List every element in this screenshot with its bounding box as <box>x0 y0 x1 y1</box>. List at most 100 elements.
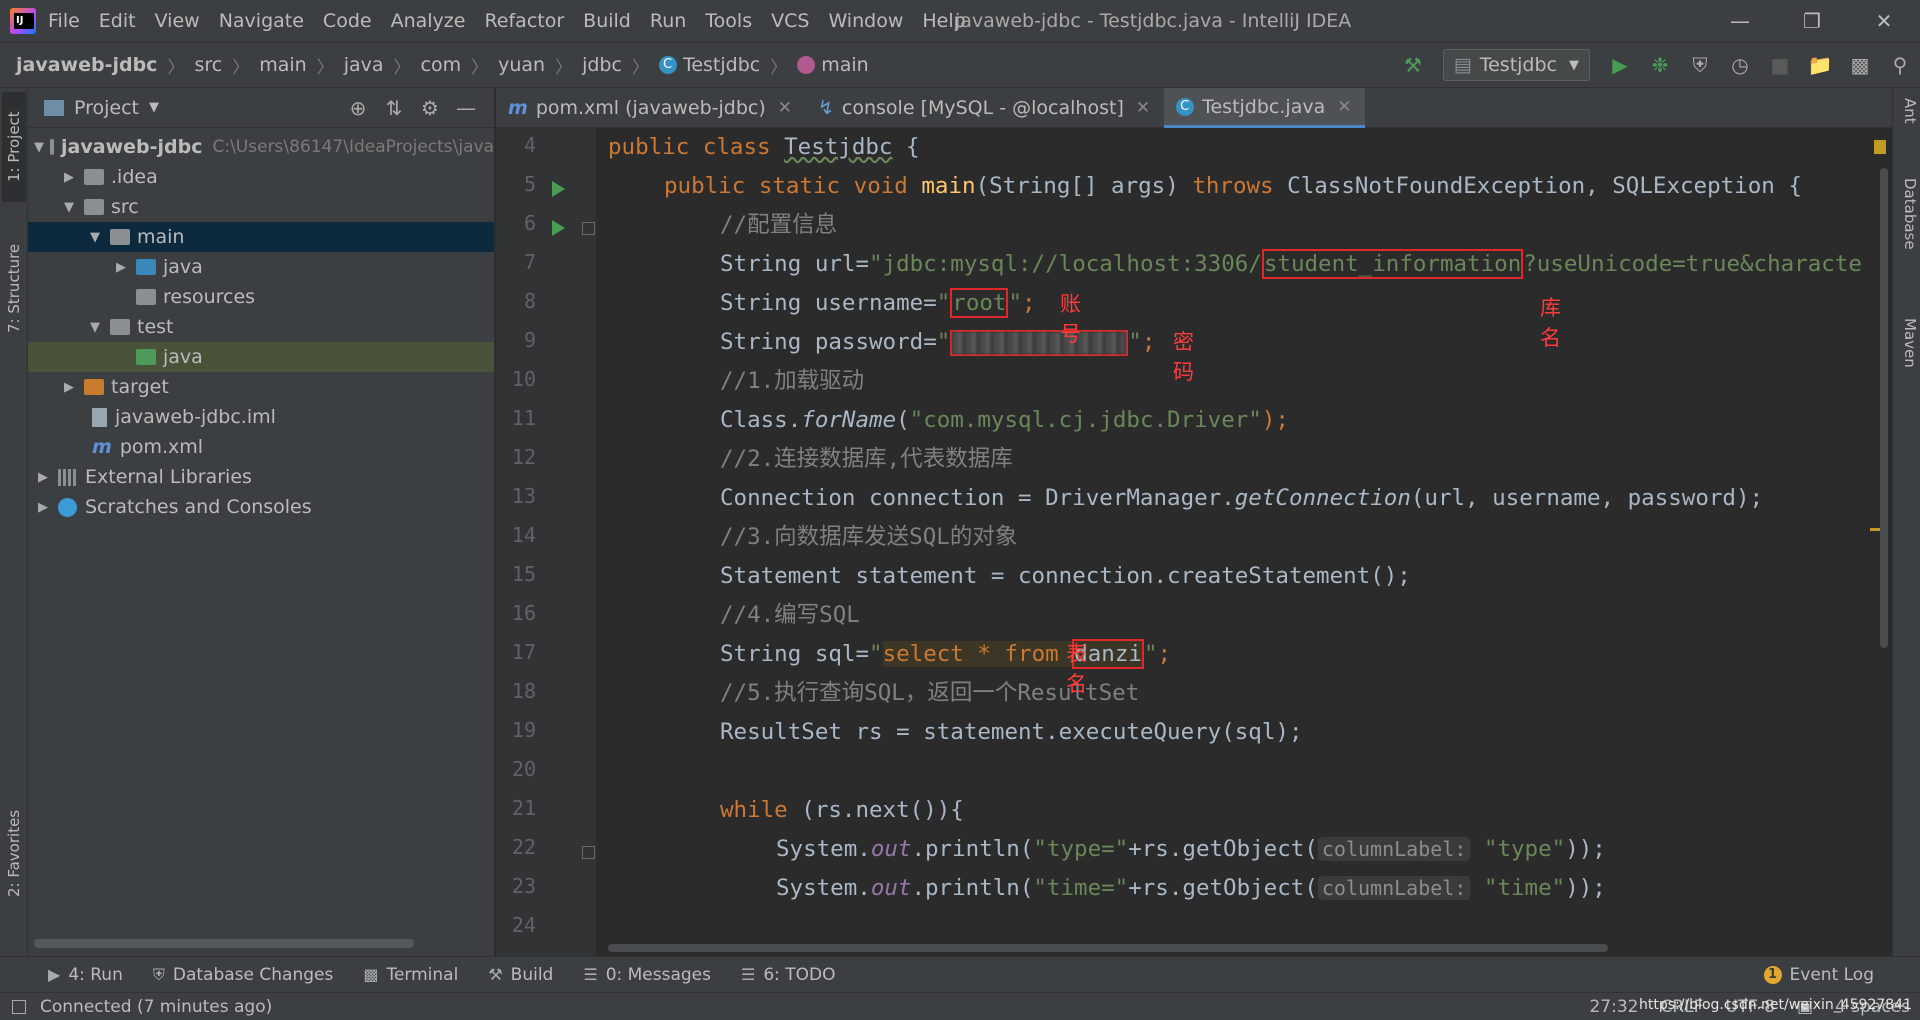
editor-vertical-scrollbar[interactable] <box>1880 168 1888 648</box>
close-icon[interactable]: ✕ <box>778 98 792 118</box>
chevron-right-icon: 〉 <box>167 57 185 78</box>
tab-favorites-toolwindow[interactable]: 2: Favorites <box>2 788 26 918</box>
menu-tools[interactable]: Tools <box>705 10 752 32</box>
tree-item-project-root[interactable]: ▼ javaweb-jdbc C:\Users\86147\IdeaProjec… <box>28 132 494 162</box>
tab-structure-toolwindow[interactable]: 7: Structure <box>2 228 26 348</box>
menu-edit[interactable]: Edit <box>99 10 136 32</box>
restore-icon[interactable]: ❐ <box>1776 0 1848 42</box>
stop-icon[interactable]: ■ <box>1763 48 1797 82</box>
iml-file-icon <box>92 407 107 427</box>
menu-navigate[interactable]: Navigate <box>219 10 304 32</box>
fold-icon[interactable] <box>582 846 595 859</box>
collapsed-arrow-icon[interactable]: ▶ <box>34 500 52 515</box>
chevron-down-icon[interactable]: ▼ <box>149 100 159 115</box>
source-folder-icon <box>136 259 156 275</box>
tree-item-resources[interactable]: resources <box>28 282 494 312</box>
breadcrumb-main[interactable]: main <box>259 54 306 76</box>
event-log-button[interactable]: 1 Event Log <box>1763 957 1874 993</box>
breadcrumb-yuan[interactable]: yuan <box>498 54 545 76</box>
tree-item-iml[interactable]: javaweb-jdbc.iml <box>28 402 494 432</box>
project-horizontal-scrollbar[interactable] <box>34 939 414 948</box>
project-view-select[interactable]: Project <box>74 97 139 119</box>
run-class-icon[interactable] <box>552 181 565 197</box>
close-icon[interactable]: ✕ <box>1848 0 1920 42</box>
tab-database[interactable]: Database <box>1895 178 1919 250</box>
hide-icon[interactable]: — <box>448 96 484 120</box>
breadcrumb-src[interactable]: src <box>194 54 222 76</box>
editor-horizontal-scrollbar[interactable] <box>608 944 1608 952</box>
tool-terminal[interactable]: ▩ Terminal <box>363 965 458 985</box>
breadcrumb-class[interactable]: Testjdbc <box>658 54 760 76</box>
tab-project-toolwindow[interactable]: 1: Project <box>2 92 26 202</box>
debug-icon[interactable]: ❉ <box>1643 48 1677 82</box>
menu-run[interactable]: Run <box>650 10 686 32</box>
run-icon[interactable]: ▶ <box>1603 48 1637 82</box>
build-hammer-icon[interactable]: ⚒ <box>1396 48 1430 82</box>
tree-item-src[interactable]: ▼ src <box>28 192 494 222</box>
collapsed-arrow-icon[interactable]: ▶ <box>60 380 78 395</box>
tree-item-idea[interactable]: ▶ .idea <box>28 162 494 192</box>
tree-item-label: src <box>111 196 139 218</box>
expanded-arrow-icon[interactable]: ▼ <box>60 200 78 215</box>
tool-run[interactable]: ▶ 4: Run <box>48 965 123 985</box>
tool-todo[interactable]: ☰ 6: TODO <box>741 965 836 985</box>
tab-console[interactable]: ↯ console [MySQL - @localhost] ✕ <box>806 88 1164 128</box>
tool-build[interactable]: ⚒ Build <box>488 965 553 985</box>
minimize-icon[interactable]: — <box>1704 0 1776 42</box>
expanded-arrow-icon[interactable]: ▼ <box>34 140 44 155</box>
menu-window[interactable]: Window <box>828 10 903 32</box>
menu-build[interactable]: Build <box>583 10 631 32</box>
tab-ant[interactable]: Ant <box>1895 98 1919 124</box>
warning-marker-icon[interactable] <box>1874 140 1886 154</box>
expanded-arrow-icon[interactable]: ▼ <box>86 320 104 335</box>
close-icon[interactable]: ✕ <box>1136 98 1150 118</box>
locate-icon[interactable]: ⊕ <box>340 96 376 120</box>
collapsed-arrow-icon[interactable]: ▶ <box>34 470 52 485</box>
run-main-icon[interactable] <box>552 220 565 236</box>
tree-item-pom[interactable]: m pom.xml <box>28 432 494 462</box>
fold-icon[interactable] <box>582 222 595 235</box>
collapse-all-icon[interactable]: ⇅ <box>376 96 412 120</box>
tree-item-test-java[interactable]: java <box>28 342 494 372</box>
menu-code[interactable]: Code <box>323 10 372 32</box>
menu-vcs[interactable]: VCS <box>771 10 809 32</box>
close-icon[interactable]: ✕ <box>1337 97 1351 117</box>
profile-icon[interactable]: ◷ <box>1723 48 1757 82</box>
tab-maven[interactable]: Maven <box>1895 318 1919 368</box>
menu-analyze[interactable]: Analyze <box>391 10 466 32</box>
menu-view[interactable]: View <box>155 10 200 32</box>
tool-messages[interactable]: ☰ 0: Messages <box>583 965 711 985</box>
menu-refactor[interactable]: Refactor <box>484 10 564 32</box>
breadcrumb-method[interactable]: main <box>797 54 869 76</box>
caret-position[interactable]: 27:32 <box>1589 997 1638 1017</box>
code-token: ( <box>896 407 910 433</box>
tree-item-external-libraries[interactable]: ▶ External Libraries <box>28 462 494 492</box>
tree-item-scratches[interactable]: ▶ Scratches and Consoles <box>28 492 494 522</box>
terminal-icon[interactable]: ▩ <box>1843 48 1877 82</box>
collapsed-arrow-icon[interactable]: ▶ <box>112 260 130 275</box>
editor: m pom.xml (javaweb-jdbc) ✕ ↯ console [My… <box>496 88 1892 956</box>
tool-database-changes[interactable]: ⛨ Database Changes <box>153 965 333 985</box>
tree-item-main[interactable]: ▼ main <box>28 222 494 252</box>
tree-item-test[interactable]: ▼ test <box>28 312 494 342</box>
coverage-icon[interactable]: ⛨ <box>1683 48 1717 82</box>
code-token: ; <box>1141 329 1156 355</box>
menu-file[interactable]: File <box>48 10 80 32</box>
status-toggle-icon[interactable] <box>12 999 26 1014</box>
search-icon[interactable]: ⚲ <box>1883 48 1917 82</box>
run-configuration-select[interactable]: ▤ Testjdbc ▼ <box>1442 49 1590 81</box>
project-structure-icon[interactable]: 📁 <box>1803 48 1837 82</box>
breadcrumb-project[interactable]: javaweb-jdbc <box>16 54 157 76</box>
tab-pom-xml[interactable]: m pom.xml (javaweb-jdbc) ✕ <box>496 88 806 128</box>
breadcrumb-jdbc[interactable]: jdbc <box>582 54 622 76</box>
collapsed-arrow-icon[interactable]: ▶ <box>60 170 78 185</box>
tab-testjdbc-java[interactable]: Testjdbc.java ✕ <box>1164 88 1366 128</box>
code-area[interactable]: 4 5 6 7 8 9 10 11 12 13 14 15 16 17 18 1… <box>496 128 1892 956</box>
tree-item-main-java[interactable]: ▶ java <box>28 252 494 282</box>
gear-icon[interactable]: ⚙ <box>412 96 448 120</box>
line-number: 18 <box>511 679 536 703</box>
expanded-arrow-icon[interactable]: ▼ <box>86 230 104 245</box>
breadcrumb-com[interactable]: com <box>421 54 462 76</box>
breadcrumb-java[interactable]: java <box>344 54 384 76</box>
tree-item-target[interactable]: ▶ target <box>28 372 494 402</box>
